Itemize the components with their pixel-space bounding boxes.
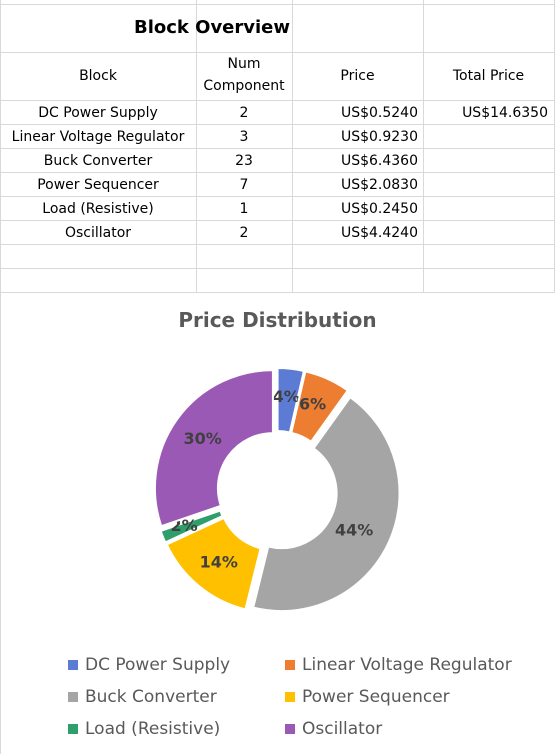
- legend-item: Linear Voltage Regulator: [285, 653, 512, 677]
- slice-data-label: 14%: [200, 553, 238, 572]
- slice-data-label: 44%: [335, 520, 373, 539]
- legend-label: DC Power Supply: [85, 655, 231, 675]
- legend-swatch: [285, 692, 295, 702]
- legend-swatch: [68, 692, 78, 702]
- slice-data-label: 30%: [183, 429, 221, 448]
- legend-item: DC Power Supply: [68, 653, 230, 677]
- doughnut-chart[interactable]: 4% 6%44%14%2%30%: [0, 0, 555, 754]
- legend-item: Load (Resistive): [68, 717, 220, 741]
- slice-buck-converter[interactable]: [251, 395, 401, 613]
- legend-swatch: [285, 724, 295, 734]
- legend-swatch: [68, 724, 78, 734]
- legend-item: Oscillator: [285, 717, 382, 741]
- legend-label: Load (Resistive): [85, 719, 221, 739]
- slice-data-label: 4%: [273, 387, 300, 406]
- slice-oscillator[interactable]: [153, 369, 274, 528]
- legend-label: Power Sequencer: [302, 687, 450, 707]
- legend-label: Linear Voltage Regulator: [302, 655, 512, 675]
- legend-item: Power Sequencer: [285, 685, 450, 709]
- legend-swatch: [285, 660, 295, 670]
- legend-item: Buck Converter: [68, 685, 217, 709]
- legend-label: Oscillator: [302, 719, 383, 739]
- slice-data-label: 6%: [299, 395, 326, 414]
- legend-label: Buck Converter: [85, 687, 217, 707]
- legend-swatch: [68, 660, 78, 670]
